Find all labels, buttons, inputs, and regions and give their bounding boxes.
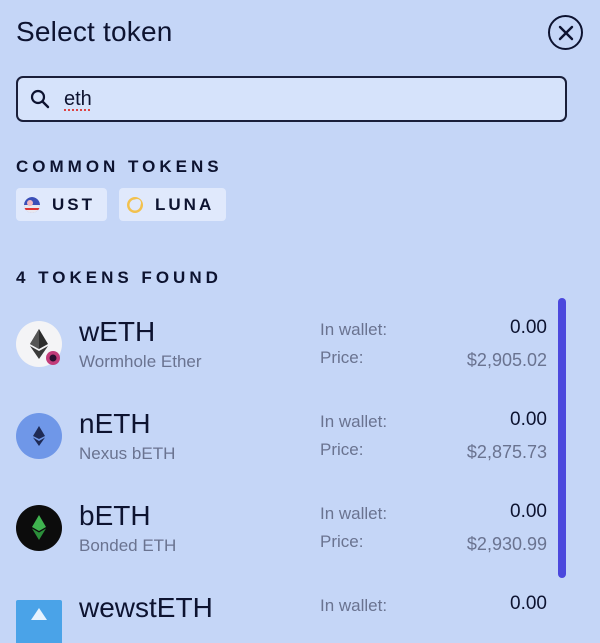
wallet-label: In wallet: (320, 320, 388, 339)
wewsteth-icon (16, 600, 62, 643)
token-list: wETH Wormhole Ether In wallet: Price: 0.… (0, 300, 600, 643)
token-name: Wormhole Ether (79, 352, 202, 371)
token-symbol: wewstETH (79, 592, 213, 623)
token-symbol: nETH (79, 408, 151, 439)
chip-luna[interactable]: LUNA (119, 188, 227, 221)
wallet-label: In wallet: (320, 596, 388, 615)
wallet-balance: 0.00 (510, 593, 547, 614)
tokens-found-heading: 4 TOKENS FOUND (16, 268, 222, 287)
token-name: Bonded ETH (79, 536, 177, 555)
weth-icon (16, 321, 62, 367)
common-tokens-list: UST LUNA (16, 188, 227, 221)
wallet-balance: 0.00 (510, 501, 547, 522)
page-title: Select token (16, 16, 173, 47)
chip-label: LUNA (155, 194, 215, 214)
luna-icon (127, 196, 143, 213)
scrollbar-thumb[interactable] (558, 298, 566, 578)
search-input[interactable]: eth (16, 76, 567, 122)
wallet-label: In wallet: (320, 412, 388, 431)
token-price: $2,930.99 (466, 534, 547, 554)
token-price: $2,875.73 (466, 442, 547, 462)
token-symbol: bETH (79, 500, 151, 531)
common-tokens-heading: COMMON TOKENS (16, 157, 223, 176)
chip-ust[interactable]: UST (16, 188, 107, 221)
token-price: $2,905.02 (466, 350, 547, 370)
close-button[interactable] (548, 15, 583, 50)
chip-label: UST (52, 194, 95, 214)
wallet-balance: 0.00 (510, 409, 547, 430)
search-icon (30, 88, 52, 110)
token-row-wewsteth[interactable]: wewstETH In wallet: 0.00 (0, 576, 600, 643)
token-row-beth[interactable]: bETH Bonded ETH In wallet: Price: 0.00 $… (0, 484, 600, 576)
token-symbol: wETH (79, 316, 156, 347)
token-row-neth[interactable]: nETH Nexus bETH In wallet: Price: 0.00 $… (0, 392, 600, 484)
price-label: Price: (320, 440, 364, 459)
search-value[interactable]: eth (64, 88, 92, 111)
ust-icon (24, 196, 40, 213)
neth-icon (16, 413, 62, 459)
token-name: Nexus bETH (79, 444, 176, 463)
token-row-weth[interactable]: wETH Wormhole Ether In wallet: Price: 0.… (0, 300, 600, 392)
price-label: Price: (320, 348, 364, 367)
beth-icon (16, 505, 62, 551)
wallet-label: In wallet: (320, 504, 388, 523)
price-label: Price: (320, 532, 364, 551)
modal-header: Select token (16, 14, 584, 54)
close-icon (558, 25, 573, 40)
wallet-balance: 0.00 (510, 317, 547, 338)
